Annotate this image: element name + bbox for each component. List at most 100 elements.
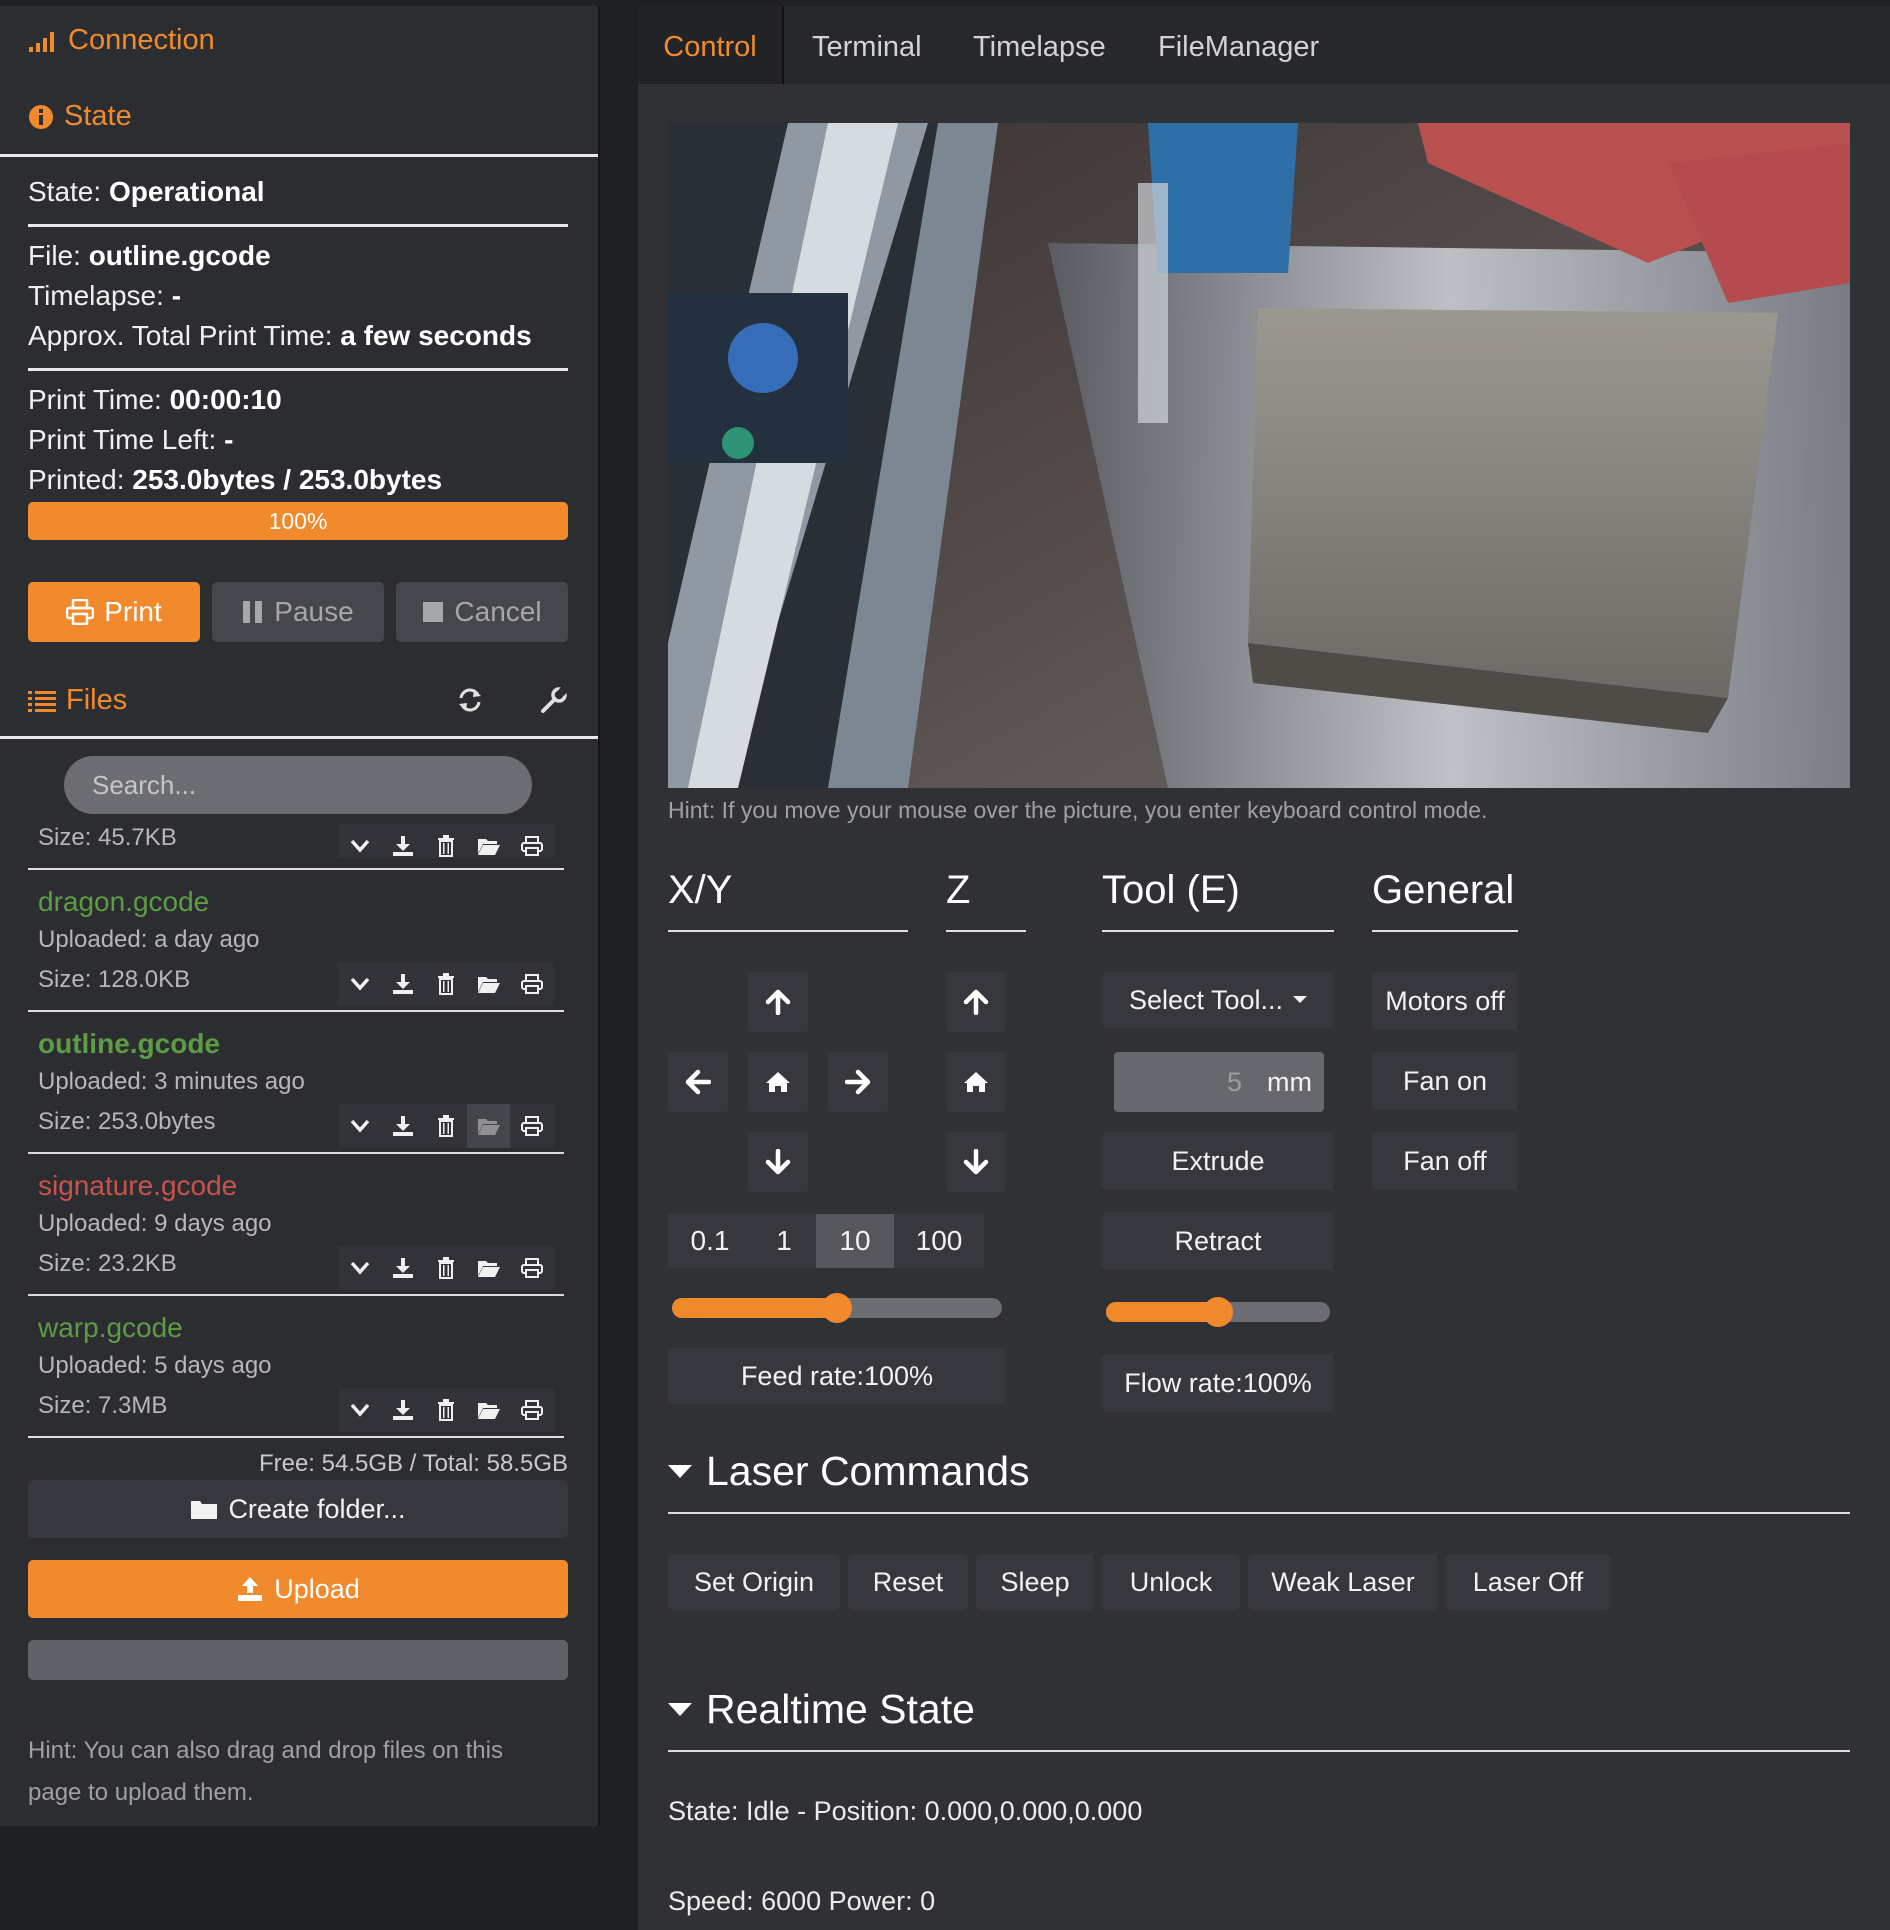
- print-icon[interactable]: [510, 1388, 553, 1432]
- pause-button[interactable]: Pause: [212, 582, 384, 642]
- jog-x-minus-button[interactable]: [668, 1052, 728, 1112]
- trash-icon[interactable]: [424, 1246, 467, 1290]
- select-tool-dropdown[interactable]: Select Tool...: [1102, 972, 1334, 1028]
- chevron-down-icon[interactable]: [338, 1246, 381, 1290]
- tab-control[interactable]: Control: [638, 6, 784, 84]
- folder-open-icon[interactable]: [467, 1388, 510, 1432]
- divider: [0, 736, 598, 739]
- refresh-icon[interactable]: [456, 686, 484, 714]
- feed-rate-slider-handle[interactable]: [822, 1293, 852, 1323]
- retract-button[interactable]: Retract: [1102, 1212, 1334, 1270]
- feed-rate-button[interactable]: Feed rate:100%: [668, 1348, 1006, 1404]
- file-name[interactable]: outline.gcode: [38, 1028, 220, 1060]
- flow-rate-label: Flow rate:100%: [1124, 1367, 1312, 1398]
- tab-filemanager[interactable]: FileManager: [1158, 6, 1319, 84]
- file-name[interactable]: signature.gcode: [38, 1170, 237, 1202]
- chevron-down-icon[interactable]: [338, 962, 381, 1006]
- extrude-button[interactable]: Extrude: [1102, 1132, 1334, 1190]
- tab-bar: Control Terminal Timelapse FileManager: [638, 6, 1890, 84]
- trash-icon[interactable]: [424, 1104, 467, 1148]
- create-folder-button[interactable]: Create folder...: [28, 1480, 568, 1538]
- extrude-amount-input[interactable]: 5 mm: [1114, 1052, 1324, 1112]
- step-size-10[interactable]: 10: [816, 1214, 894, 1268]
- weak-laser-button[interactable]: Weak Laser: [1248, 1554, 1438, 1610]
- cancel-button[interactable]: Cancel: [396, 582, 568, 642]
- arrow-right-icon: [845, 1069, 871, 1095]
- print-icon[interactable]: [510, 1104, 553, 1148]
- download-icon[interactable]: [381, 1246, 424, 1290]
- signal-icon: [29, 31, 54, 52]
- file-name[interactable]: dragon.gcode: [38, 886, 209, 918]
- print-icon[interactable]: [510, 824, 553, 868]
- timelapse-row: Timelapse: -: [28, 280, 181, 312]
- jog-y-minus-button[interactable]: [748, 1132, 808, 1192]
- realtime-state-toggle[interactable]: Realtime State: [668, 1686, 975, 1733]
- motors-off-button[interactable]: Motors off: [1372, 972, 1518, 1030]
- folder-open-icon[interactable]: [467, 1104, 510, 1148]
- webcam-stream[interactable]: [668, 123, 1850, 788]
- folder-open-icon[interactable]: [467, 824, 510, 868]
- laser-commands-toggle[interactable]: Laser Commands: [668, 1448, 1030, 1495]
- state-header[interactable]: State: [28, 100, 132, 133]
- free-space: Free: 54.5GB / Total: 58.5GB: [258, 1450, 568, 1477]
- divider: [668, 930, 908, 932]
- print-icon[interactable]: [510, 1246, 553, 1290]
- sleep-label: Sleep: [1000, 1566, 1070, 1597]
- print-icon[interactable]: [510, 962, 553, 1006]
- home-xy-button[interactable]: [748, 1052, 808, 1112]
- tab-timelapse[interactable]: Timelapse: [973, 6, 1106, 84]
- wrench-icon[interactable]: [540, 686, 568, 714]
- download-icon[interactable]: [381, 824, 424, 868]
- chevron-down-icon[interactable]: [338, 1388, 381, 1432]
- reset-button[interactable]: Reset: [848, 1554, 968, 1610]
- printed-value: 253.0bytes / 253.0bytes: [132, 464, 443, 495]
- print-time-left-row: Print Time Left: -: [28, 424, 233, 456]
- folder-open-icon[interactable]: [467, 1246, 510, 1290]
- jog-z-plus-button[interactable]: [946, 972, 1006, 1032]
- step-size-100[interactable]: 100: [894, 1214, 984, 1268]
- flow-rate-slider-handle[interactable]: [1203, 1297, 1233, 1327]
- file-value: outline.gcode: [88, 240, 271, 271]
- realtime-speed-line: Speed: 6000 Power: 0: [668, 1886, 936, 1916]
- divider: [0, 154, 598, 157]
- files-header[interactable]: Files: [28, 684, 127, 717]
- jog-y-plus-button[interactable]: [748, 972, 808, 1032]
- file-size: Size: 253.0bytes: [38, 1108, 216, 1135]
- approx-time-value: a few seconds: [340, 320, 532, 351]
- set-origin-label: Set Origin: [693, 1566, 815, 1597]
- fan-off-button[interactable]: Fan off: [1372, 1132, 1518, 1190]
- print-icon: [66, 599, 95, 625]
- print-button[interactable]: Print: [28, 582, 200, 642]
- sleep-button[interactable]: Sleep: [976, 1554, 1094, 1610]
- upload-button[interactable]: Upload: [28, 1560, 568, 1618]
- file-actions: [338, 962, 554, 1006]
- laser-off-button[interactable]: Laser Off: [1446, 1554, 1610, 1610]
- file-size: Size: 128.0KB: [38, 966, 191, 993]
- set-origin-button[interactable]: Set Origin: [668, 1554, 840, 1610]
- fan-on-button[interactable]: Fan on: [1372, 1052, 1518, 1110]
- download-icon[interactable]: [381, 962, 424, 1006]
- tab-terminal[interactable]: Terminal: [812, 6, 922, 84]
- download-icon[interactable]: [381, 1104, 424, 1148]
- chevron-down-icon[interactable]: [338, 1104, 381, 1148]
- step-size-1[interactable]: 1: [752, 1214, 816, 1268]
- unlock-button[interactable]: Unlock: [1102, 1554, 1240, 1610]
- connection-header[interactable]: Connection: [28, 24, 215, 57]
- step-size-0-1[interactable]: 0.1: [668, 1214, 752, 1268]
- general-title: General: [1372, 868, 1515, 912]
- jog-x-plus-button[interactable]: [828, 1052, 888, 1112]
- flow-rate-button[interactable]: Flow rate:100%: [1102, 1354, 1334, 1412]
- upload-icon: [238, 1577, 263, 1601]
- trash-icon[interactable]: [424, 1388, 467, 1432]
- print-time-left-label: Print Time Left:: [28, 424, 217, 455]
- download-icon[interactable]: [381, 1388, 424, 1432]
- jog-z-minus-button[interactable]: [946, 1132, 1006, 1192]
- file-search-input[interactable]: Search...: [64, 756, 532, 814]
- folder-open-icon[interactable]: [467, 962, 510, 1006]
- home-z-button[interactable]: [946, 1052, 1006, 1112]
- chevron-down-icon[interactable]: [338, 824, 381, 868]
- trash-icon[interactable]: [424, 824, 467, 868]
- divider: [28, 1294, 564, 1296]
- trash-icon[interactable]: [424, 962, 467, 1006]
- file-name[interactable]: warp.gcode: [38, 1312, 183, 1344]
